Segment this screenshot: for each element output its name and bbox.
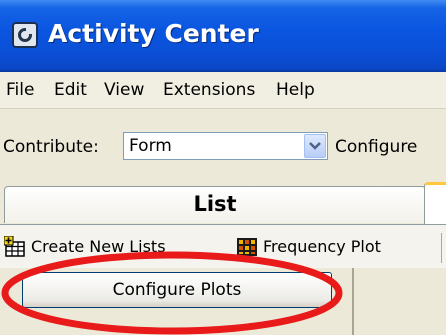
toolbar-separator (441, 233, 442, 263)
tab-next[interactable] (424, 182, 446, 226)
menu-file[interactable]: File (6, 80, 34, 100)
app-icon (12, 22, 38, 48)
heatmap-icon (237, 238, 257, 256)
tab-strip: List (0, 178, 446, 226)
menu-bar: File Edit View Extensions Help (0, 72, 446, 109)
menu-extensions[interactable]: Extensions (163, 80, 255, 100)
contribute-row: Contribute: Form Configure (0, 120, 446, 170)
configure-link[interactable]: Configure (335, 137, 417, 157)
frequency-plot-button[interactable]: Frequency Plot (236, 234, 416, 260)
contribute-select[interactable]: Form (123, 132, 328, 160)
side-panel: Configure Plots (0, 268, 446, 335)
menu-help[interactable]: Help (276, 80, 315, 100)
contribute-select-value: Form (129, 136, 172, 156)
contribute-label: Contribute: (3, 137, 99, 157)
tab-list[interactable]: List (4, 186, 426, 223)
create-new-lists-label: Create New Lists (31, 237, 166, 256)
create-new-lists-button[interactable]: Create New Lists (4, 234, 228, 260)
table-add-icon (4, 236, 25, 257)
panel-divider[interactable] (352, 268, 354, 335)
menu-edit[interactable]: Edit (54, 80, 87, 100)
menu-view[interactable]: View (104, 80, 144, 100)
window-title: Activity Center (48, 19, 259, 48)
chevron-down-icon[interactable] (304, 134, 326, 158)
tab-list-label: List (193, 192, 237, 216)
window-title-bar[interactable]: Activity Center (0, 0, 446, 72)
configure-plots-button[interactable]: Configure Plots (22, 272, 332, 308)
toolbar: Create New Lists Frequency Plot (0, 224, 446, 269)
frequency-plot-label: Frequency Plot (263, 237, 381, 256)
